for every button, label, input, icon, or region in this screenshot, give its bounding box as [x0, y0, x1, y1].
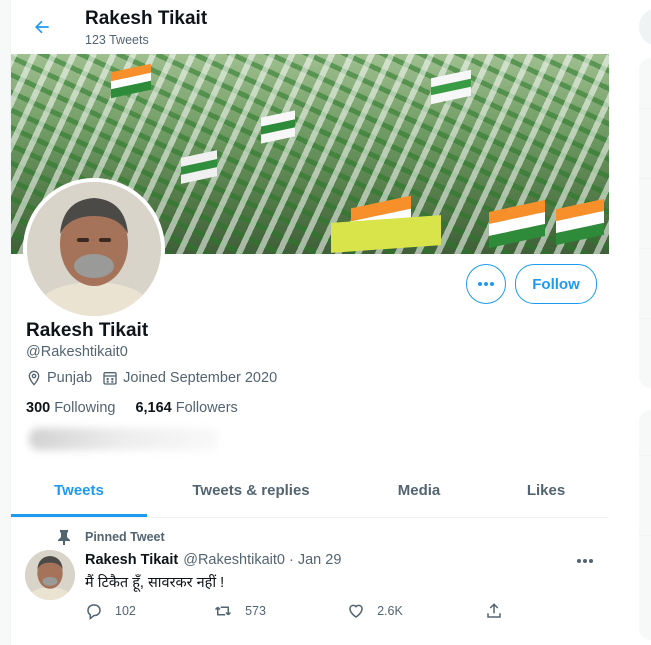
following-count: 300 [26, 400, 51, 416]
banner-flag [489, 200, 545, 248]
joined-text: Joined September 2020 [123, 370, 278, 386]
search-box[interactable] [639, 8, 651, 46]
sidebar-divider [639, 108, 651, 109]
sidebar-divider [639, 535, 651, 536]
profile-display-name: Rakesh Tikait [26, 320, 149, 341]
following-link[interactable]: 300 Following [26, 400, 115, 416]
follow-stats: 300 Following 6,164 Followers [26, 400, 258, 416]
sidebar-panel [639, 410, 651, 640]
retweet-icon [215, 606, 232, 616]
banner-flag [556, 198, 604, 246]
banner-flag [181, 150, 217, 184]
sidebar-divider [639, 178, 651, 179]
pinned-indicator: Pinned Tweet [57, 529, 165, 545]
retweet-count: 573 [245, 604, 266, 618]
right-sidebar [609, 0, 651, 645]
profile-meta: Punjab Joined September 2020 [26, 370, 287, 386]
reply-icon [87, 604, 101, 620]
profile-avatar[interactable] [23, 178, 165, 320]
tab-likes[interactable]: Likes [483, 464, 609, 517]
more-icon [577, 559, 593, 563]
following-label: Following [54, 400, 116, 416]
tweet-text: मैं टिकैत हूँ, सावरकर नहीं ! [85, 575, 225, 591]
avatar-illustration [27, 182, 161, 316]
location-text: Punjab [47, 370, 93, 386]
back-arrow-icon [35, 20, 49, 34]
followers-link[interactable]: 6,164 Followers [135, 400, 237, 416]
share-icon [487, 603, 501, 618]
tweet-more-button[interactable] [576, 551, 594, 569]
profile-header-bar: Rakesh Tikait 123 Tweets [11, 0, 609, 54]
sidebar-divider [639, 455, 651, 456]
tab-media[interactable]: Media [355, 464, 483, 517]
profile-handle: @Rakeshtikait0 [26, 344, 128, 360]
tab-tweets[interactable]: Tweets [11, 464, 147, 517]
sidebar-divider [639, 318, 651, 319]
tweet-actions: 102 573 2.6K [85, 602, 515, 620]
active-tab-indicator [11, 514, 147, 517]
tweet-author-handle[interactable]: @Rakeshtikait0 [183, 552, 285, 568]
follow-button[interactable]: Follow [515, 264, 597, 304]
left-gutter [0, 0, 10, 645]
tweet-date[interactable]: Jan 29 [298, 552, 342, 568]
like-button[interactable]: 2.6K [347, 602, 485, 620]
banner-flag [111, 63, 151, 99]
pinned-tweet[interactable]: Pinned Tweet Rakesh Tikait @Rakeshtikait… [11, 518, 609, 643]
tweet-avatar-illustration [25, 550, 75, 600]
tweet-author-name[interactable]: Rakesh Tikait [85, 552, 178, 568]
tab-label: Tweets & replies [192, 482, 310, 499]
tab-label: Media [397, 482, 441, 499]
share-button[interactable] [485, 602, 515, 620]
back-button[interactable] [25, 10, 59, 44]
blurred-region [29, 428, 219, 450]
calendar-icon [103, 372, 117, 385]
profile-joined: Joined September 2020 [102, 370, 277, 386]
profile-tabs: Tweets Tweets & replies Media Likes [11, 464, 609, 518]
sidebar-divider [639, 248, 651, 249]
more-options-button[interactable] [466, 264, 506, 304]
reply-button[interactable]: 102 [85, 602, 213, 620]
followers-count: 6,164 [135, 400, 172, 416]
pin-icon [58, 530, 70, 545]
profile-location: Punjab [26, 370, 92, 386]
tweet-avatar[interactable] [25, 550, 75, 600]
more-icon [478, 282, 494, 286]
pinned-label: Pinned Tweet [85, 530, 165, 544]
banner-sign [331, 215, 441, 253]
tweet-separator: · [289, 552, 294, 568]
profile-column: Rakesh Tikait 123 Tweets Follow Rakesh T… [10, 0, 610, 645]
tab-label: Likes [526, 482, 566, 499]
tab-tweets-replies[interactable]: Tweets & replies [147, 464, 355, 517]
tab-label: Tweets [54, 482, 104, 499]
followers-label: Followers [175, 400, 238, 416]
header-tweet-count: 123 Tweets [85, 33, 149, 47]
banner-flag [431, 69, 471, 105]
like-icon [349, 604, 363, 618]
like-count: 2.6K [377, 604, 403, 618]
location-icon [28, 370, 40, 386]
retweet-button[interactable]: 573 [213, 602, 347, 620]
banner-flag [261, 110, 295, 144]
header-title: Rakesh Tikait [85, 8, 208, 29]
tweet-header: Rakesh Tikait @Rakeshtikait0 · Jan 29 [85, 552, 341, 568]
reply-count: 102 [115, 604, 136, 618]
